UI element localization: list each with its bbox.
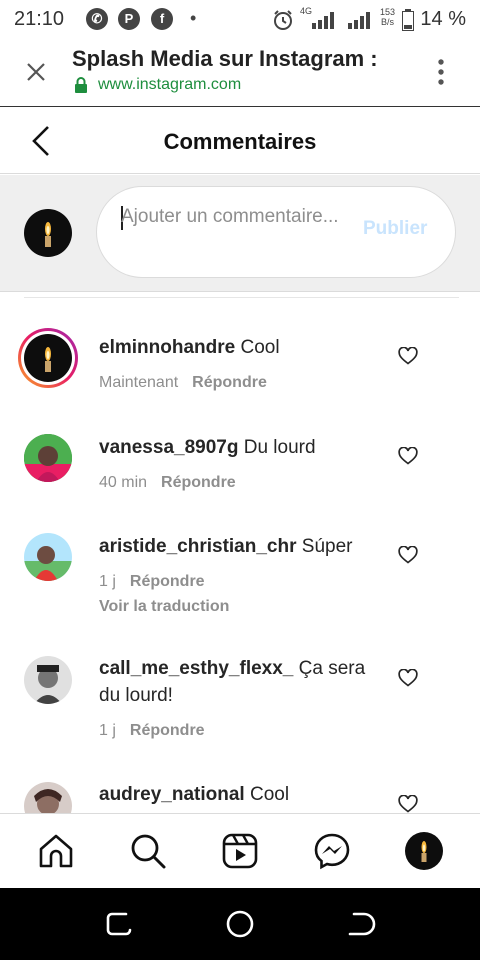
divider [24, 297, 459, 298]
avatar-photo [24, 782, 72, 813]
my-avatar [24, 209, 72, 257]
avatar-photo [24, 656, 72, 704]
network-speed: 153 B/s [380, 7, 396, 27]
comment-composer: Ajouter un commentaire... Publier [0, 175, 480, 292]
comment-text: aristide_christian_chr Súper [99, 533, 389, 560]
alarm-icon [274, 10, 292, 30]
comment-username[interactable]: vanessa_8907g [99, 437, 238, 458]
commenter-avatar[interactable] [24, 656, 72, 704]
signal-icon [312, 12, 334, 29]
comment-time: 1 j [99, 573, 116, 590]
publish-button[interactable]: Publier [363, 218, 427, 240]
recent-apps-icon[interactable] [104, 908, 136, 940]
comment-username[interactable]: call_me_esthy_flexx_ [99, 658, 293, 679]
back-button-icon[interactable] [344, 908, 376, 940]
avatar-story-ring[interactable] [18, 328, 78, 388]
like-heart-icon[interactable] [398, 447, 418, 465]
commenter-avatar[interactable] [24, 533, 72, 581]
like-heart-icon[interactable] [398, 795, 418, 813]
battery-icon [402, 9, 414, 31]
comment-meta: 40 min Répondre [99, 474, 236, 492]
comment-time: 40 min [99, 474, 148, 491]
status-bar: 21:10 ✆ P f • 4G 153 B/s 14 % [0, 0, 480, 38]
comment-username[interactable]: elminnohandre [99, 337, 235, 358]
comment-meta: 1 j Répondre [99, 573, 205, 591]
comment-content: Súper [301, 536, 353, 557]
back-arrow-icon[interactable] [30, 125, 54, 157]
reply-button[interactable]: Répondre [192, 374, 267, 391]
avatar-photo [24, 533, 72, 581]
home-icon[interactable] [37, 832, 75, 870]
comment-content: Du lourd [243, 437, 316, 458]
comment-input[interactable]: Ajouter un commentaire... Publier [96, 186, 456, 278]
comment-item: audrey_national Cool [0, 782, 480, 813]
comment-content: Cool [240, 337, 280, 358]
reply-button[interactable]: Répondre [130, 573, 205, 590]
comment-time: Maintenant [99, 374, 179, 391]
browser-url[interactable]: www.instagram.com [98, 76, 241, 94]
browser-page-title: Splash Media sur Instagram : [72, 46, 378, 71]
comment-item: elminnohandre Cool Maintenant Répondre [0, 328, 480, 408]
comment-placeholder: Ajouter un commentaire... [121, 206, 339, 227]
comment-username[interactable]: aristide_christian_chr [99, 536, 296, 557]
app-icon: P [118, 8, 140, 30]
status-time: 21:10 [14, 8, 65, 30]
comment-item: aristide_christian_chr Súper 1 j Répondre… [0, 533, 480, 633]
comment-username[interactable]: audrey_national [99, 784, 245, 805]
candle-image [421, 841, 427, 862]
reply-button[interactable]: Répondre [161, 474, 236, 491]
close-icon[interactable] [24, 60, 48, 84]
like-heart-icon[interactable] [398, 669, 418, 687]
home-button-icon[interactable] [224, 908, 256, 940]
comments-header: Commentaires [0, 107, 480, 174]
candle-image [45, 347, 51, 372]
candle-image [45, 222, 51, 247]
page-title: Commentaires [163, 129, 317, 154]
avatar-photo [24, 434, 72, 482]
lock-icon [75, 77, 87, 93]
comment-text: elminnohandre Cool [99, 334, 389, 361]
comment-meta: Maintenant Répondre [99, 374, 267, 392]
bottom-navigation [0, 813, 480, 889]
more-options-icon[interactable] [434, 58, 448, 86]
comment-time: 1 j [99, 722, 116, 739]
comment-text: vanessa_8907g Du lourd [99, 434, 389, 461]
comment-text: audrey_national Cool [99, 782, 389, 808]
facebook-icon: f [151, 8, 173, 30]
browser-header: Splash Media sur Instagram : www.instagr… [0, 38, 480, 107]
comment-item: vanessa_8907g Du lourd 40 min Répondre [0, 434, 480, 514]
like-heart-icon[interactable] [398, 347, 418, 365]
battery-percent: 14 % [420, 8, 466, 30]
commenter-avatar[interactable] [24, 782, 72, 813]
reels-icon[interactable] [221, 832, 259, 870]
profile-avatar[interactable] [405, 832, 443, 870]
see-translation-link[interactable]: Voir la traduction [99, 598, 229, 616]
system-navigation-bar [0, 888, 480, 960]
search-icon[interactable] [129, 832, 167, 870]
comment-item: call_me_esthy_flexx_ Ça sera du lourd! 1… [0, 656, 480, 756]
whatsapp-icon: ✆ [86, 8, 108, 30]
notification-dot: • [190, 8, 197, 28]
like-heart-icon[interactable] [398, 546, 418, 564]
signal-2-icon [348, 12, 370, 29]
comment-content: Cool [250, 784, 290, 805]
comment-meta: 1 j Répondre [99, 722, 205, 740]
commenter-avatar[interactable] [24, 434, 72, 482]
messenger-icon[interactable] [313, 832, 351, 870]
comment-text: call_me_esthy_flexx_ Ça sera du lourd! [99, 655, 384, 709]
reply-button[interactable]: Répondre [130, 722, 205, 739]
